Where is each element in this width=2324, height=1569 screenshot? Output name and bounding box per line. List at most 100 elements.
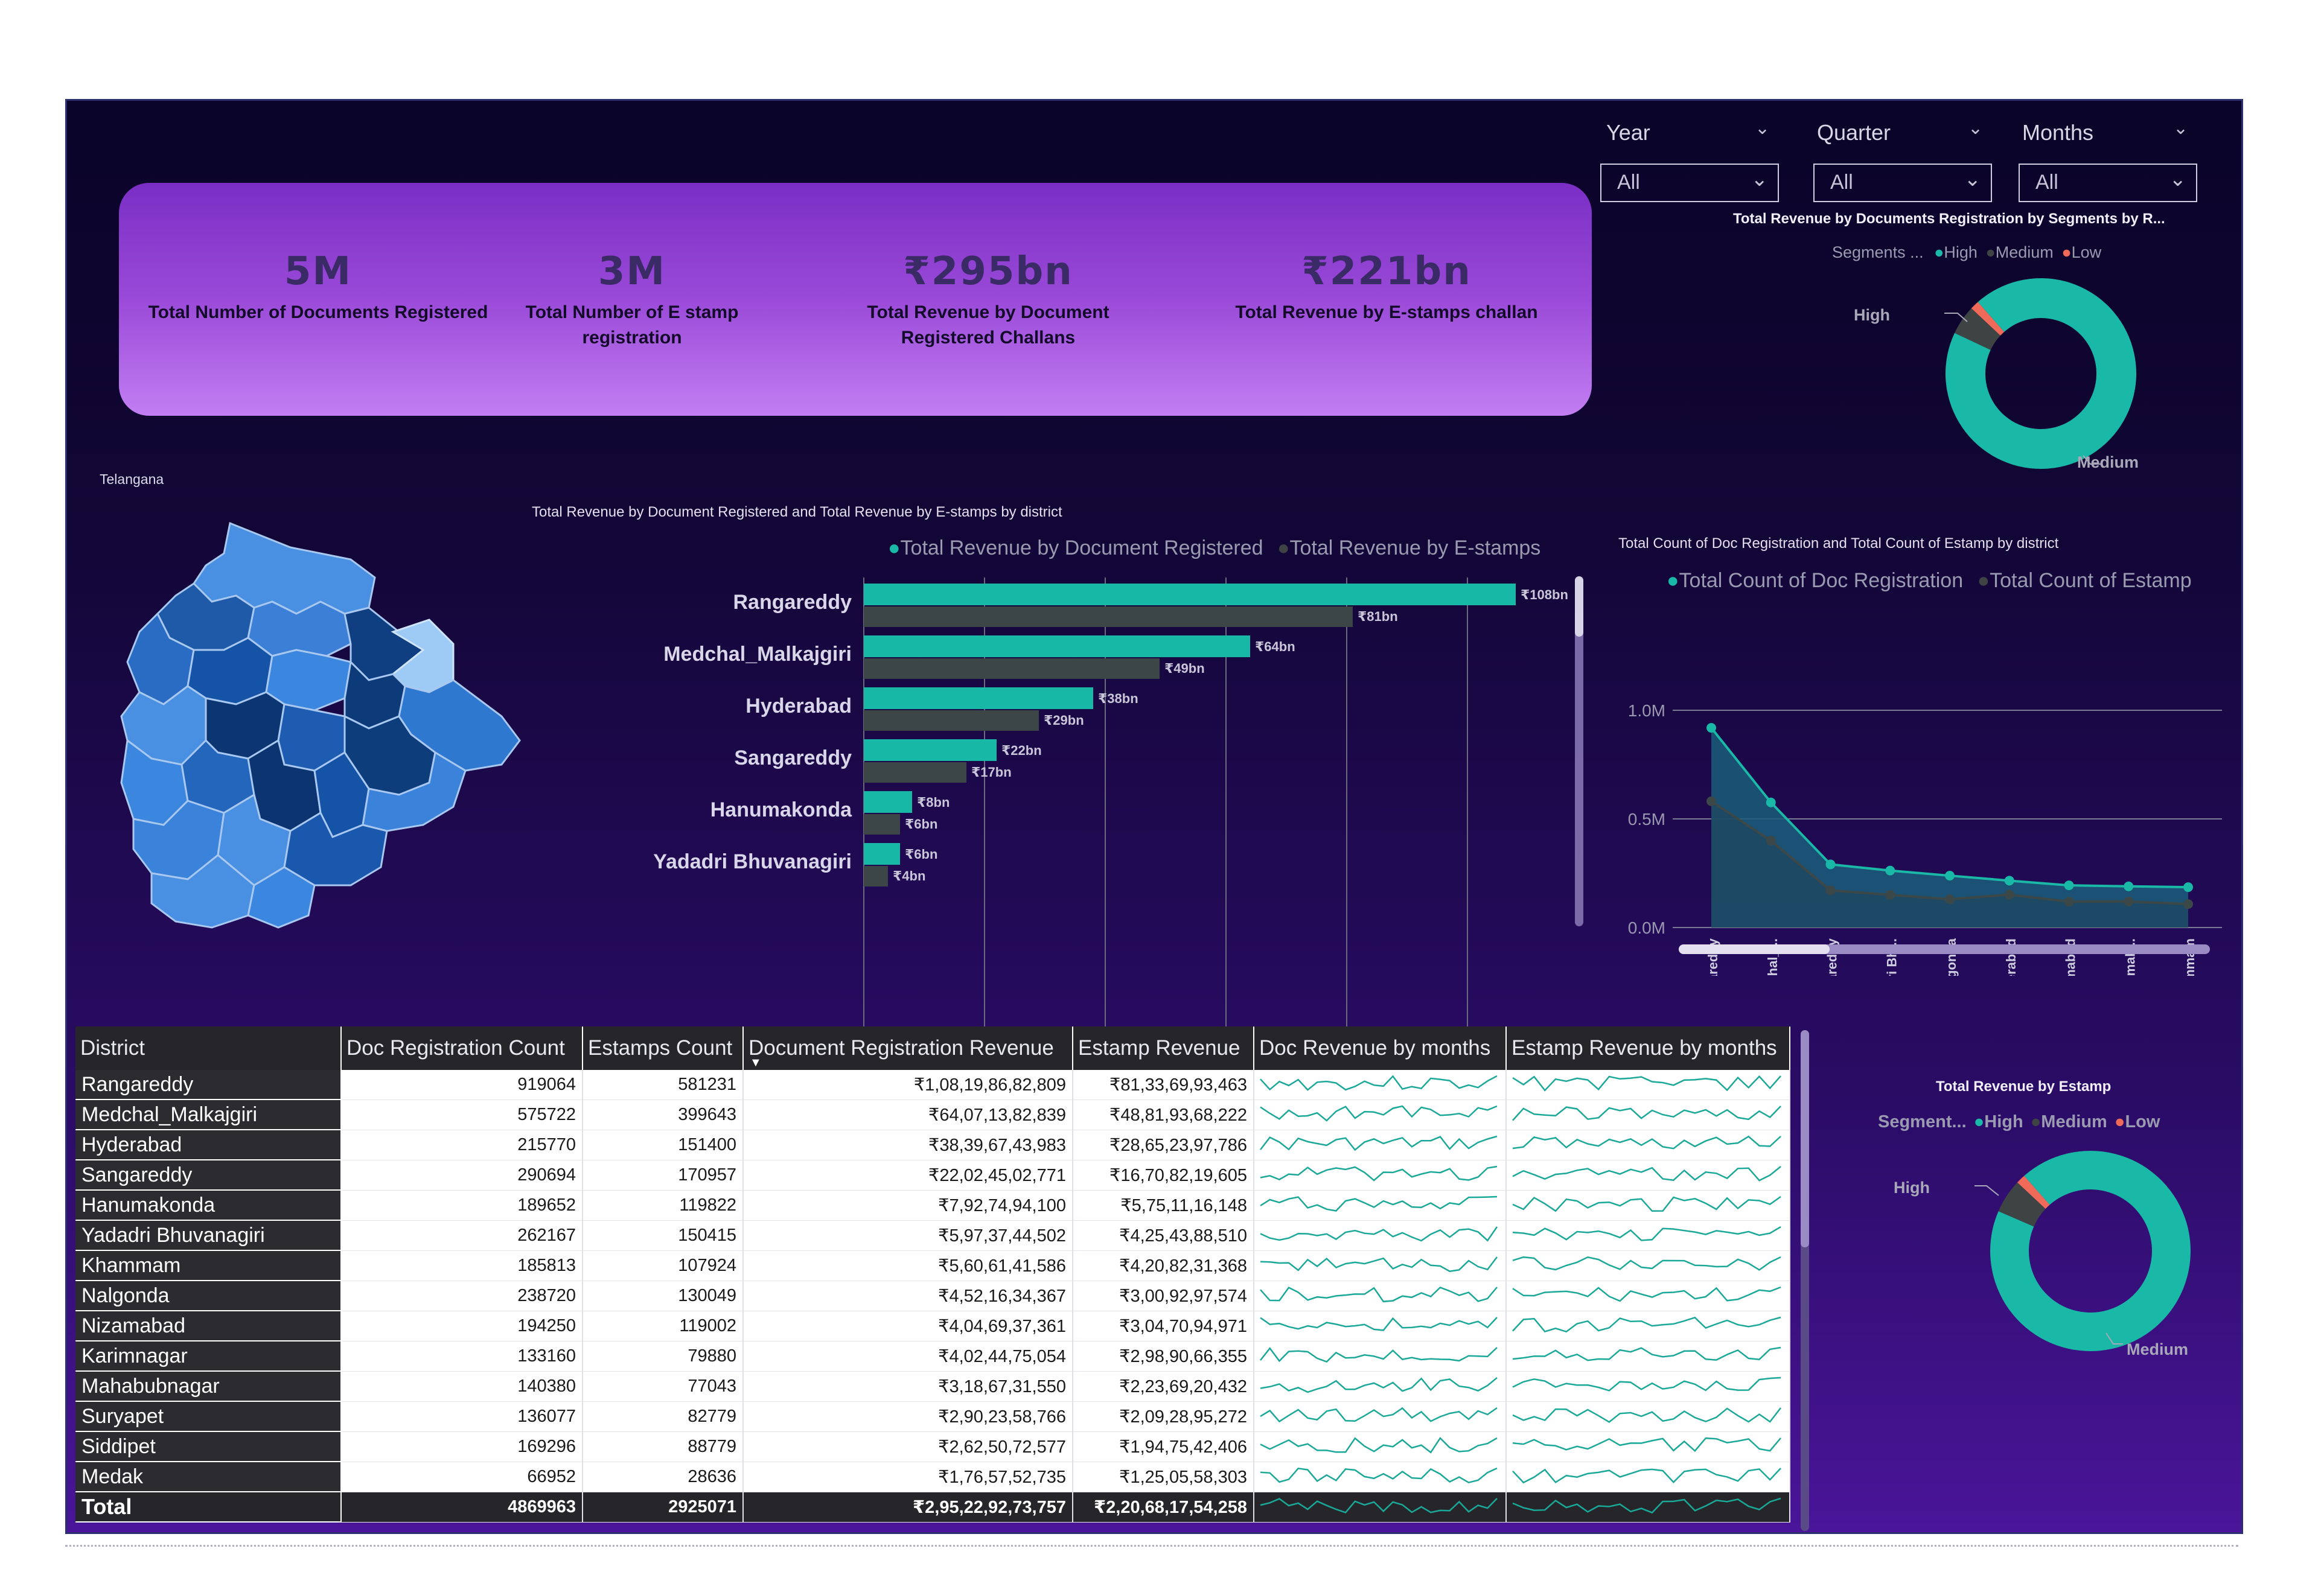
table-row[interactable]: Nalgonda 238720 130049 ₹4,52,16,34,367 ₹3,00… — [75, 1281, 1790, 1311]
cell-sparkline — [1506, 1250, 1790, 1281]
months-dropdown[interactable]: All ⌄ — [2019, 164, 2197, 202]
bar-estamp-revenue[interactable] — [864, 710, 1039, 731]
sparkline — [1512, 1075, 1781, 1092]
table-row[interactable]: Medak 66952 28636 ₹1,76,57,52,735 ₹1,25,05,5… — [75, 1462, 1790, 1492]
kpi-estamp-registration: 3M Total Number of E stamp registration — [517, 249, 747, 351]
bar-estamp-revenue[interactable] — [864, 606, 1353, 627]
bar-estamp-revenue[interactable] — [864, 814, 900, 835]
table-row[interactable]: Siddipet 169296 88779 ₹2,62,50,72,577 ₹1,94,… — [75, 1431, 1790, 1462]
legend-estamp-count: Total Count of Estamp — [1990, 569, 2192, 592]
bar-chart-scrollbar[interactable] — [1575, 576, 1583, 926]
point-estamp-count[interactable] — [1885, 890, 1895, 900]
line-chart[interactable]: 1.0M0.5M0.0MRangareddyMedchal_...Sangare… — [1612, 602, 2228, 976]
column-header-estamps-count[interactable]: Estamps Count — [583, 1026, 744, 1070]
sparkline-line — [1260, 1347, 1498, 1363]
year-slicer[interactable]: Year ⌄ All ⌄ — [1600, 113, 1781, 202]
cell-district: Nizamabad — [75, 1311, 342, 1341]
bar-estamp-revenue[interactable] — [864, 866, 888, 886]
point-estamp-count[interactable] — [2124, 896, 2134, 906]
cell-sparkline — [1506, 1220, 1790, 1251]
sparkline — [1260, 1165, 1498, 1182]
chevron-down-icon[interactable]: ⌄ — [1968, 118, 1983, 139]
cell-value: ₹3,04,70,94,971 — [1073, 1311, 1254, 1341]
cell-value: ₹4,52,16,34,367 — [743, 1281, 1073, 1311]
table-row[interactable]: Yadadri Bhuvanagiri 262167 150415 ₹5,97,37,… — [75, 1220, 1790, 1251]
kpi-document-revenue: ₹295bn Total Revenue by Document Registe… — [807, 249, 1169, 351]
table-row[interactable]: Khammam 185813 107924 ₹5,60,61,41,586 ₹4,20,… — [75, 1250, 1790, 1281]
bar-estamp-revenue[interactable] — [864, 658, 1160, 679]
table-row[interactable]: Mahabubnagar 140380 77043 ₹3,18,67,31,550 ₹2… — [75, 1371, 1790, 1402]
chevron-down-icon[interactable]: ⌄ — [2173, 118, 2188, 139]
point-doc-count[interactable] — [2124, 881, 2134, 891]
line-chart-scrollbar[interactable] — [1679, 944, 2210, 954]
telangana-map[interactable] — [115, 511, 550, 946]
column-header-doc-sparkline[interactable]: Doc Revenue by months — [1254, 1026, 1507, 1070]
point-doc-count[interactable] — [1766, 797, 1776, 807]
page-divider — [65, 1545, 2238, 1547]
cell-value: ₹38,39,67,43,983 — [743, 1130, 1073, 1160]
bar-doc-revenue[interactable] — [864, 791, 912, 813]
point-doc-count[interactable] — [1885, 865, 1895, 876]
cell-value: ₹5,97,37,44,502 — [743, 1220, 1073, 1251]
column-header-estamp-revenue[interactable]: Estamp Revenue — [1073, 1026, 1254, 1070]
cell-value: ₹2,90,23,58,766 — [743, 1401, 1073, 1432]
quarter-dropdown[interactable]: All ⌄ — [1813, 164, 1992, 202]
bar-doc-revenue[interactable] — [864, 843, 900, 865]
donut-bottom-chart[interactable] — [1914, 1145, 2228, 1483]
point-estamp-count[interactable] — [2064, 897, 2074, 907]
bar-chart[interactable]: ₹0bn₹20bn₹40bn₹60bn₹80bn₹100bnRangareddy… — [580, 571, 1618, 1054]
legend-doc: Total Revenue by Document Registered — [900, 536, 1263, 559]
point-doc-count[interactable] — [1945, 871, 1955, 881]
bar-doc-revenue[interactable] — [864, 584, 1516, 605]
table-row[interactable]: Medchal_Malkajgiri 575722 399643 ₹64,07,13,… — [75, 1100, 1790, 1130]
point-estamp-count[interactable] — [1706, 796, 1716, 806]
point-estamp-count[interactable] — [1766, 836, 1776, 846]
bar-doc-revenue[interactable] — [864, 687, 1093, 709]
table-row[interactable]: Sangareddy 290694 170957 ₹22,02,45,02,771 ₹1… — [75, 1160, 1790, 1191]
point-doc-count[interactable] — [1825, 859, 1836, 870]
table-row[interactable]: Suryapet 136077 82779 ₹2,90,23,58,766 ₹2,09,… — [75, 1401, 1790, 1432]
scrollbar-thumb[interactable] — [1801, 1030, 1809, 1247]
point-doc-count[interactable] — [2064, 880, 2074, 891]
scrollbar-thumb[interactable] — [1575, 576, 1583, 637]
point-estamp-count[interactable] — [1945, 894, 1955, 905]
bar-estamp-revenue[interactable] — [864, 762, 966, 783]
table-row[interactable]: Nizamabad 194250 119002 ₹4,04,69,37,361 ₹3,0… — [75, 1311, 1790, 1341]
district-table[interactable]: District Doc Registration Count Estamps … — [75, 1026, 1805, 1531]
chevron-down-icon: ⌄ — [2169, 168, 2187, 191]
point-estamp-count[interactable] — [2183, 899, 2193, 909]
table-row[interactable]: Hyderabad 215770 151400 ₹38,39,67,43,983 ₹28… — [75, 1130, 1790, 1160]
months-slicer[interactable]: Months ⌄ All ⌄ — [2019, 113, 2200, 202]
chevron-down-icon[interactable]: ⌄ — [1755, 118, 1770, 139]
sort-desc-icon[interactable]: ▼ — [750, 1056, 762, 1070]
bar-doc-revenue[interactable] — [864, 739, 997, 761]
category-label: Yadadri Bhuvanagiri — [653, 850, 852, 873]
point-doc-count[interactable] — [2183, 882, 2193, 893]
point-estamp-count[interactable] — [1825, 885, 1836, 896]
table-row[interactable]: Rangareddy 919064 581231 ₹1,08,19,86,82,809… — [75, 1070, 1790, 1100]
table-scrollbar[interactable] — [1801, 1030, 1809, 1531]
column-header-doc-count[interactable]: Doc Registration Count — [341, 1026, 583, 1070]
legend-estamp: Total Revenue by E-stamps — [1289, 536, 1541, 559]
point-estamp-count[interactable] — [2004, 890, 2014, 900]
cell-sparkline — [1506, 1160, 1790, 1191]
scrollbar-thumb[interactable] — [1679, 944, 1830, 954]
cell-value: ₹1,94,75,42,406 — [1073, 1431, 1254, 1462]
data-label: ₹17bn — [971, 765, 1012, 780]
point-doc-count[interactable] — [2004, 876, 2014, 886]
column-header-estamp-sparkline[interactable]: Estamp Revenue by months — [1506, 1026, 1790, 1070]
column-header-doc-revenue[interactable]: Document Registration Revenue ▼ — [743, 1026, 1073, 1070]
point-doc-count[interactable] — [1706, 723, 1716, 733]
table-row[interactable]: Hanumakonda 189652 119822 ₹7,92,74,94,100 ₹5… — [75, 1190, 1790, 1221]
donut-top-label-medium: Medium — [2077, 453, 2139, 471]
year-dropdown[interactable]: All ⌄ — [1600, 164, 1779, 202]
legend-title: Segment... — [1878, 1112, 1967, 1131]
table-row[interactable]: Karimnagar 133160 79880 ₹4,02,44,75,054 ₹2,9… — [75, 1341, 1790, 1372]
sparkline-line — [1260, 1165, 1498, 1182]
donut-top-legend: Segments ... ●High ●Medium ●Low — [1832, 243, 2101, 262]
column-header-district[interactable]: District — [75, 1026, 342, 1070]
bar-doc-revenue[interactable] — [864, 635, 1250, 657]
cell-value: ₹3,00,92,97,574 — [1073, 1281, 1254, 1311]
quarter-slicer[interactable]: Quarter ⌄ All ⌄ — [1813, 113, 1994, 202]
cell-sparkline — [1506, 1371, 1790, 1402]
